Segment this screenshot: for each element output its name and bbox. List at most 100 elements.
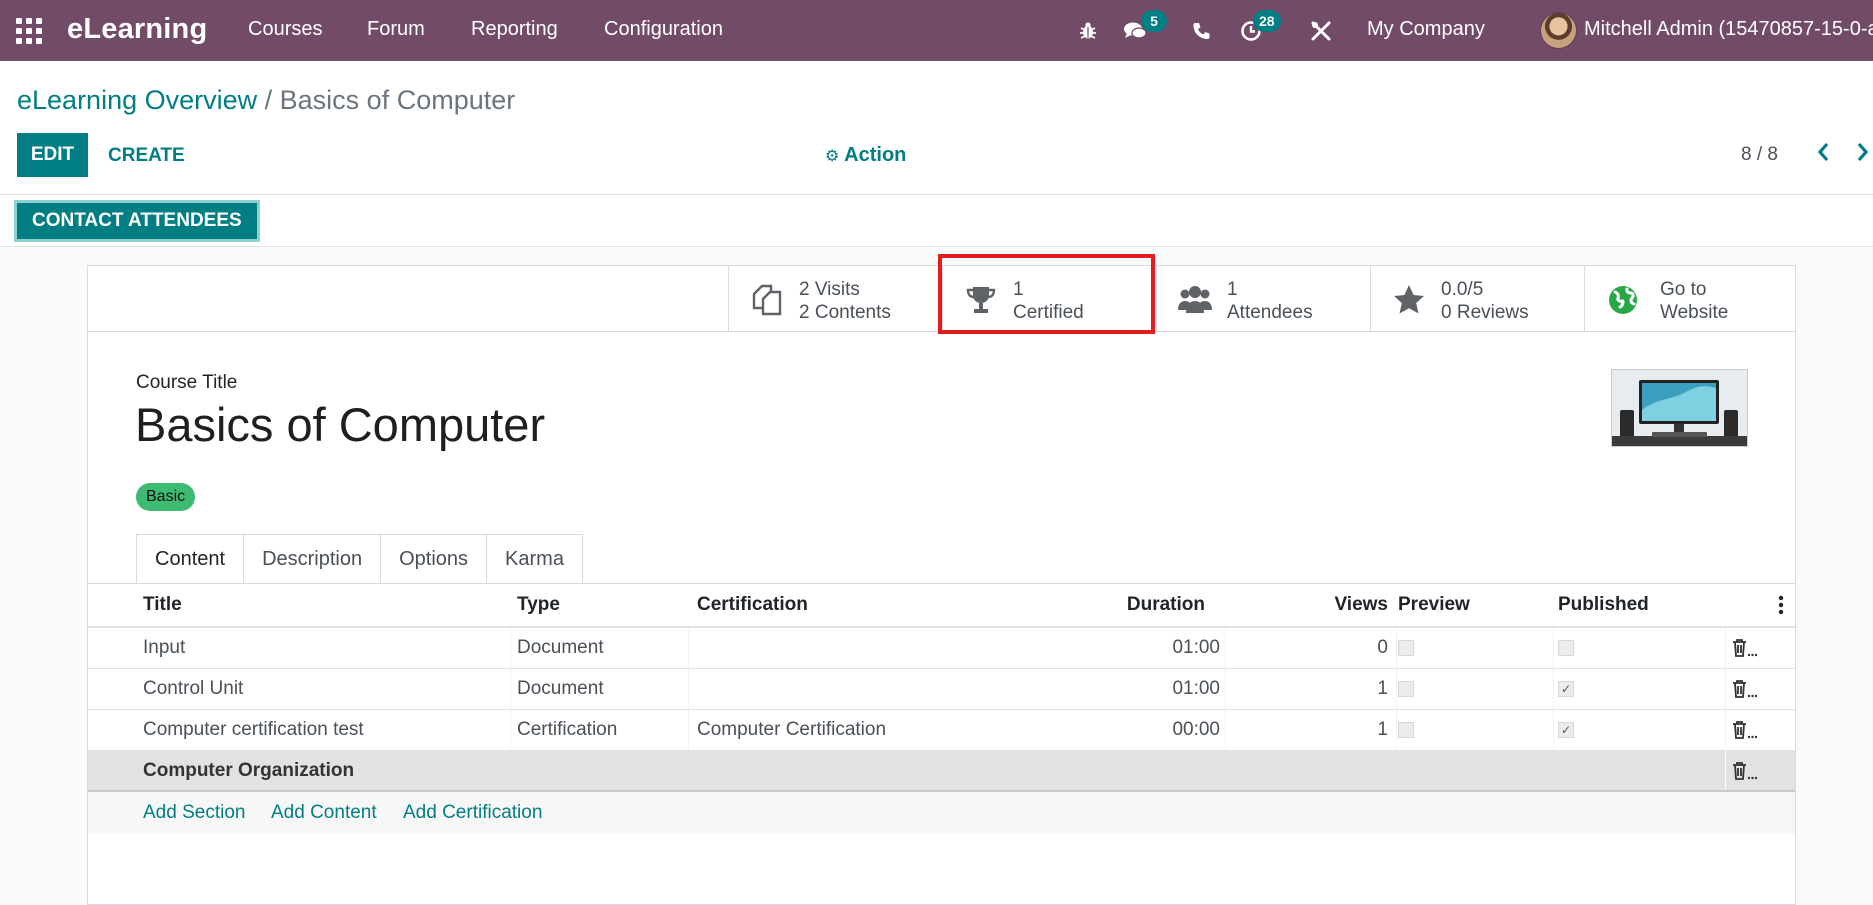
row-type: Certification	[517, 719, 618, 740]
globe-icon	[1605, 282, 1641, 318]
star-icon	[1391, 282, 1427, 318]
column-type[interactable]: Type	[517, 584, 560, 626]
table-row[interactable]: Input Document 01:00 0	[88, 628, 1795, 669]
published-checkbox[interactable]	[1558, 628, 1574, 668]
published-checkbox[interactable]: ✓	[1558, 669, 1574, 709]
add-links-row: Add Section Add Content Add Certificatio…	[88, 792, 1795, 834]
add-content-link[interactable]: Add Content	[271, 802, 377, 824]
trash-icon[interactable]	[1731, 751, 1757, 790]
menu-configuration[interactable]: Configuration	[604, 18, 723, 41]
user-menu[interactable]: Mitchell Admin (15470857-15-0-a	[1584, 18, 1873, 41]
trash-icon[interactable]	[1731, 628, 1757, 668]
content-list: Title Type Certification Duration Views …	[88, 584, 1795, 834]
go-to-website-button[interactable]: Go to Website	[1584, 266, 1796, 332]
trash-icon[interactable]	[1731, 669, 1757, 709]
reviews-count: 0 Reviews	[1441, 302, 1529, 323]
check-icon: ✓	[1558, 722, 1574, 738]
tab-karma[interactable]: Karma	[487, 534, 583, 584]
breadcrumb-separator: /	[257, 85, 280, 115]
check-icon: ✓	[1558, 681, 1574, 697]
course-tag[interactable]: Basic	[136, 483, 196, 511]
column-published[interactable]: Published	[1558, 584, 1649, 626]
company-switcher[interactable]: My Company	[1367, 18, 1485, 41]
top-navbar: eLearning Courses Forum Reporting Config…	[0, 0, 1873, 61]
messages-badge: 5	[1141, 10, 1167, 32]
form-sheet: 2 Visits 2 Contents 1 Certified 1 Attend…	[87, 265, 1796, 905]
row-title: Input	[143, 637, 186, 658]
control-panel: eLearning Overview / Basics of Computer …	[0, 61, 1873, 195]
edit-button[interactable]: EDIT	[17, 133, 88, 177]
tools-icon[interactable]	[1307, 17, 1335, 45]
tab-bar: Content Description Options Karma	[136, 534, 583, 584]
preview-checkbox[interactable]	[1398, 710, 1414, 750]
column-title[interactable]: Title	[143, 584, 182, 626]
visits-count: 2 Visits	[799, 279, 860, 300]
pager-value[interactable]: 8 / 8	[1741, 144, 1778, 166]
add-section-link[interactable]: Add Section	[143, 802, 245, 824]
attendees-label: Attendees	[1227, 302, 1313, 323]
row-views: 0	[1377, 637, 1388, 658]
chevron-right-icon[interactable]	[1856, 141, 1870, 169]
row-views: 1	[1377, 678, 1388, 699]
action-label: Action	[844, 144, 907, 166]
column-preview[interactable]: Preview	[1398, 584, 1470, 626]
row-title: Computer certification test	[143, 719, 364, 740]
table-header: Title Type Certification Duration Views …	[88, 584, 1795, 628]
attendees-stat-button[interactable]: 1 Attendees	[1156, 266, 1370, 332]
phone-icon[interactable]	[1187, 17, 1215, 45]
course-title[interactable]: Basics of Computer	[135, 397, 545, 452]
column-options-icon[interactable]	[1778, 584, 1784, 626]
trash-icon[interactable]	[1731, 710, 1757, 750]
users-icon	[1177, 282, 1213, 318]
status-bar: CONTACT ATTENDEES	[0, 195, 1873, 247]
row-type: Document	[517, 637, 604, 658]
menu-reporting[interactable]: Reporting	[471, 18, 558, 41]
go-to-label: Go to	[1660, 279, 1707, 300]
row-certification: Computer Certification	[697, 719, 887, 740]
gear-icon: ⚙	[825, 148, 840, 165]
column-duration[interactable]: Duration	[1127, 584, 1205, 626]
section-row[interactable]: Computer Organization	[88, 751, 1795, 792]
reviews-stat-button[interactable]: 0.0/5 0 Reviews	[1370, 266, 1584, 332]
create-button[interactable]: CREATE	[108, 145, 185, 167]
row-duration: 00:00	[1172, 719, 1220, 740]
bug-icon[interactable]	[1074, 17, 1102, 45]
row-title: Control Unit	[143, 678, 244, 699]
copy-icon	[749, 282, 785, 318]
action-menu[interactable]: ⚙ Action	[825, 144, 906, 167]
preview-checkbox[interactable]	[1398, 628, 1414, 668]
breadcrumb-parent-link[interactable]: eLearning Overview	[17, 85, 257, 115]
menu-forum[interactable]: Forum	[367, 18, 425, 41]
breadcrumb-current: Basics of Computer	[279, 85, 516, 115]
column-views[interactable]: Views	[1334, 584, 1388, 626]
add-certification-link[interactable]: Add Certification	[403, 802, 542, 824]
rating-value: 0.0/5	[1441, 279, 1484, 300]
section-title: Computer Organization	[143, 759, 355, 781]
tab-options[interactable]: Options	[381, 534, 488, 584]
apps-icon[interactable]	[16, 18, 42, 44]
tab-description[interactable]: Description	[244, 534, 382, 584]
highlight-box	[938, 254, 1155, 334]
app-name[interactable]: eLearning	[67, 13, 207, 46]
contents-count: 2 Contents	[799, 302, 891, 323]
breadcrumb: eLearning Overview / Basics of Computer	[17, 85, 515, 116]
website-label: Website	[1660, 302, 1729, 323]
column-certification[interactable]: Certification	[697, 584, 808, 626]
course-title-label: Course Title	[136, 372, 238, 393]
course-image[interactable]	[1611, 369, 1748, 447]
chevron-left-icon[interactable]	[1816, 141, 1830, 169]
row-duration: 01:00	[1172, 678, 1220, 699]
published-checkbox[interactable]: ✓	[1558, 710, 1574, 750]
tab-content[interactable]: Content	[136, 534, 245, 584]
row-type: Document	[517, 678, 604, 699]
table-row[interactable]: Computer certification test Certificatio…	[88, 710, 1795, 751]
preview-checkbox[interactable]	[1398, 669, 1414, 709]
activities-badge: 28	[1253, 10, 1281, 32]
row-views: 1	[1377, 719, 1388, 740]
attendees-count: 1	[1227, 279, 1238, 300]
visits-stat-button[interactable]: 2 Visits 2 Contents	[728, 266, 942, 332]
avatar[interactable]	[1540, 12, 1577, 49]
menu-courses[interactable]: Courses	[248, 18, 322, 41]
contact-attendees-button[interactable]: CONTACT ATTENDEES	[14, 200, 260, 242]
table-row[interactable]: Control Unit Document 01:00 1 ✓	[88, 669, 1795, 710]
